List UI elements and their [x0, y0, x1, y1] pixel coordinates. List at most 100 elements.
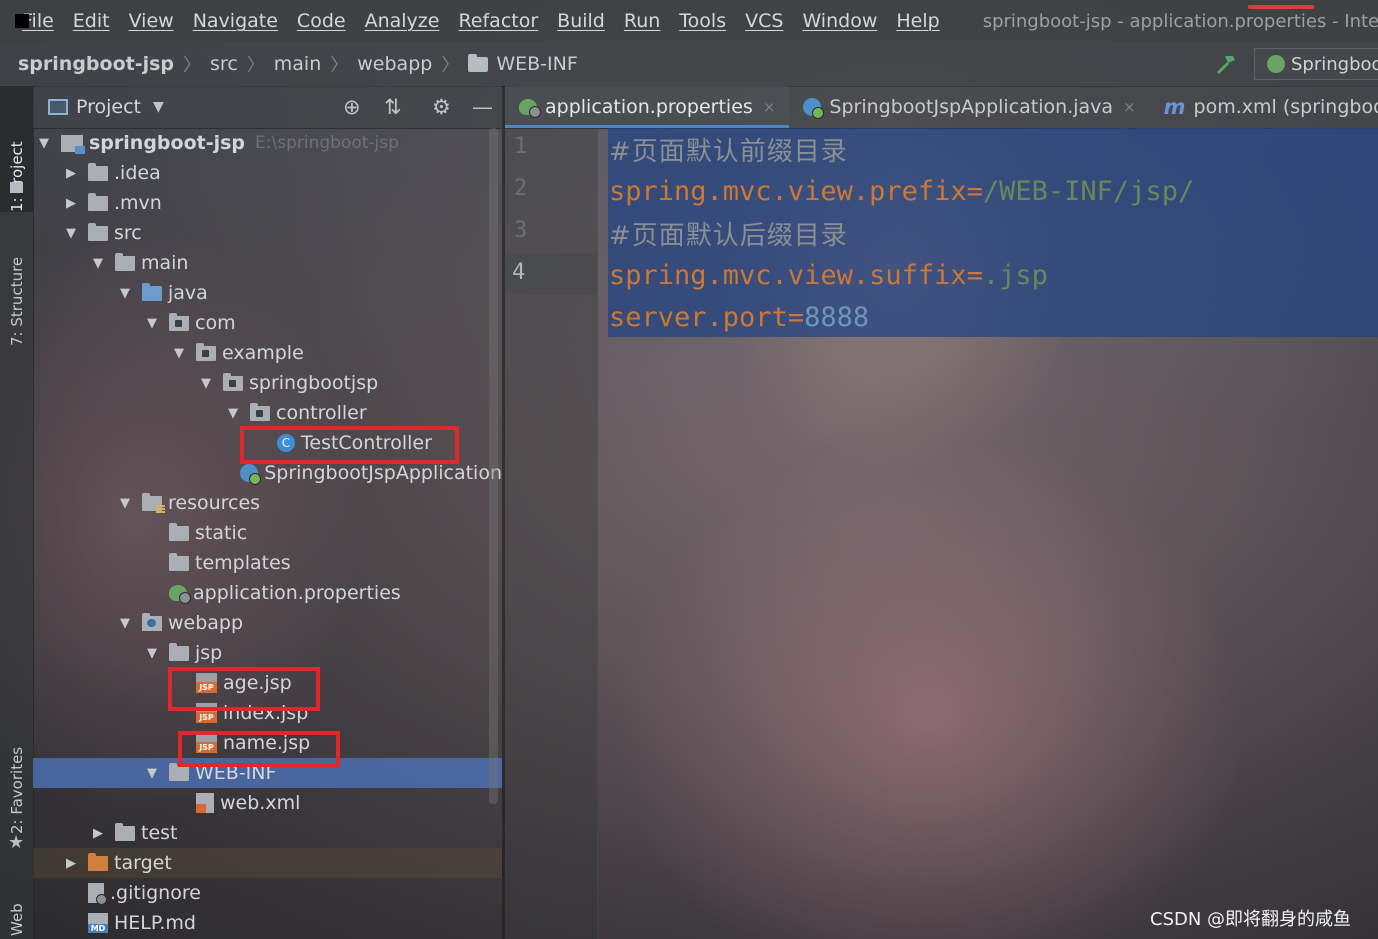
tab-label: application.properties: [545, 96, 753, 118]
build-hammer-icon[interactable]: [1214, 52, 1238, 76]
tool-tab-project[interactable]: 1: Project: [0, 86, 33, 212]
expand-arrow-icon[interactable]: ▼: [91, 256, 105, 271]
tree-item-static[interactable]: static: [33, 518, 502, 548]
tab-pom-xml[interactable]: m pom.xml (springboot-jsp): [1150, 86, 1378, 128]
menu-code[interactable]: Code: [297, 10, 346, 32]
property-separator: =: [966, 175, 983, 207]
tree-item-label: com: [195, 312, 236, 334]
tree-item-webapp[interactable]: ▼ webapp: [33, 608, 502, 638]
breadcrumb-web-inf[interactable]: WEB-INF: [468, 53, 578, 75]
tree-item-web-xml[interactable]: web.xml: [33, 788, 502, 818]
code-line-1[interactable]: #页面默认前缀目录: [609, 128, 848, 170]
tree-item-springbootjsp[interactable]: ▼ springbootjsp: [33, 368, 502, 398]
chevron-down-icon[interactable]: ▼: [153, 99, 164, 115]
project-folder-icon: [10, 182, 23, 193]
tree-item-main[interactable]: ▼ main: [33, 248, 502, 278]
gear-icon[interactable]: ⚙: [432, 86, 451, 128]
project-view-selector[interactable]: Project: [76, 96, 141, 118]
tree-item-controller[interactable]: ▼ controller: [33, 398, 502, 428]
excluded-folder-icon: [88, 852, 108, 871]
menu-help[interactable]: Help: [896, 10, 939, 32]
menu-edit[interactable]: Edit: [73, 10, 110, 32]
menu-refactor[interactable]: Refactor: [458, 10, 538, 32]
collapse-arrow-icon[interactable]: ▶: [64, 166, 78, 181]
tree-item-target[interactable]: ▶ target: [33, 848, 502, 878]
expand-arrow-icon[interactable]: ▼: [145, 316, 159, 331]
menu-run[interactable]: Run: [624, 10, 660, 32]
menu-window[interactable]: Window: [802, 10, 877, 32]
editor-gutter: [505, 128, 598, 939]
breadcrumb-src[interactable]: src: [210, 53, 238, 75]
tree-item-test[interactable]: ▶ test: [33, 818, 502, 848]
expand-arrow-icon[interactable]: ▼: [37, 136, 51, 151]
tree-item-gitignore[interactable]: .gitignore: [33, 878, 502, 908]
expand-arrow-icon[interactable]: ▼: [145, 646, 159, 661]
menu-build[interactable]: Build: [557, 10, 605, 32]
expand-arrow-icon[interactable]: ▼: [145, 766, 159, 781]
close-icon[interactable]: ×: [763, 98, 776, 116]
tree-item-label: springboot-jsp: [89, 132, 246, 154]
hide-panel-icon[interactable]: —: [472, 86, 493, 128]
menu-tools[interactable]: Tools: [679, 10, 726, 32]
collapse-arrow-icon[interactable]: ▶: [91, 826, 105, 841]
tree-item-idea[interactable]: ▶ .idea: [33, 158, 502, 188]
expand-arrow-icon[interactable]: ▼: [172, 346, 186, 361]
expand-arrow-icon[interactable]: ▼: [118, 496, 132, 511]
class-icon: C: [277, 434, 295, 452]
run-configuration-selector[interactable]: Springboo: [1254, 48, 1378, 80]
tree-item-label: WEB-INF: [195, 762, 277, 784]
tree-item-com[interactable]: ▼ com: [33, 308, 502, 338]
menu-vcs[interactable]: VCS: [745, 10, 783, 32]
tree-item-help-md[interactable]: MD HELP.md: [33, 908, 502, 938]
menu-analyze[interactable]: Analyze: [365, 10, 440, 32]
tree-item-name-jsp[interactable]: JSP name.jsp: [33, 728, 502, 758]
tree-item-springboot-jsp[interactable]: ▼ springboot-jsp E:\springboot-jsp: [33, 128, 502, 158]
tool-tab-web[interactable]: Web: [0, 876, 33, 936]
code-line-5[interactable]: server.port = 8888: [609, 296, 869, 338]
tree-item-index-jsp[interactable]: JSP index.jsp: [33, 698, 502, 728]
expand-arrow-icon[interactable]: ▼: [118, 286, 132, 301]
tree-item-label: web.xml: [220, 792, 301, 814]
tab-application-properties[interactable]: application.properties ×: [505, 86, 790, 128]
package-icon: [196, 342, 216, 361]
breadcrumb-webapp[interactable]: webapp: [357, 53, 432, 75]
code-line-3[interactable]: #页面默认后缀目录: [609, 212, 848, 254]
tree-item-java[interactable]: ▼ java: [33, 278, 502, 308]
code-comment: #页面默认后缀目录: [609, 220, 848, 251]
close-icon[interactable]: ×: [1123, 98, 1136, 116]
code-line-2[interactable]: spring.mvc.view.prefix =/WEB-INF/jsp/: [609, 170, 1194, 212]
breadcrumb-project[interactable]: springboot-jsp: [18, 53, 174, 75]
code-line-4[interactable]: spring.mvc.view.suffix = .jsp: [609, 254, 1048, 296]
tab-label: pom.xml (springboot-jsp): [1193, 96, 1378, 118]
expand-arrow-icon[interactable]: ▼: [199, 376, 213, 391]
project-tree-scrollbar[interactable]: [489, 128, 498, 804]
module-icon: [61, 134, 85, 154]
tree-item-mvn[interactable]: ▶ .mvn: [33, 188, 502, 218]
tab-springbootjspapplication-java[interactable]: SpringbootJspApplication.java ×: [789, 86, 1149, 128]
breadcrumb-main[interactable]: main: [274, 53, 321, 75]
line-number: 4: [512, 260, 526, 285]
tree-item-web-inf[interactable]: ▼ WEB-INF: [33, 758, 502, 788]
menu-view[interactable]: View: [129, 10, 174, 32]
property-value: 8888: [804, 301, 870, 333]
collapse-arrow-icon[interactable]: ▶: [64, 856, 78, 871]
tree-item-resources[interactable]: ▼ resources: [33, 488, 502, 518]
expand-arrow-icon[interactable]: ▼: [226, 406, 240, 421]
tool-tab-structure[interactable]: 7: Structure: [0, 226, 33, 346]
tree-item-templates[interactable]: templates: [33, 548, 502, 578]
expand-arrow-icon[interactable]: ▼: [118, 616, 132, 631]
collapse-arrow-icon[interactable]: ▶: [64, 196, 78, 211]
tree-item-age-jsp[interactable]: JSP age.jsp: [33, 668, 502, 698]
tree-item-testcontroller[interactable]: C TestController: [33, 428, 502, 458]
tool-tab-favorites[interactable]: 2: Favorites: [0, 734, 33, 834]
menu-navigate[interactable]: Navigate: [193, 10, 278, 32]
tree-item-src[interactable]: ▼ src: [33, 218, 502, 248]
tree-item-application-properties[interactable]: application.properties: [33, 578, 502, 608]
expand-arrow-icon[interactable]: ▼: [64, 226, 78, 241]
collapse-all-icon[interactable]: ⇅: [384, 86, 402, 128]
tree-item-springbootjspapplication[interactable]: SpringbootJspApplication: [33, 458, 502, 488]
locate-target-icon[interactable]: ⊕: [343, 86, 361, 128]
tree-item-jsp[interactable]: ▼ jsp: [33, 638, 502, 668]
package-icon: [169, 312, 189, 331]
tree-item-example[interactable]: ▼ example: [33, 338, 502, 368]
